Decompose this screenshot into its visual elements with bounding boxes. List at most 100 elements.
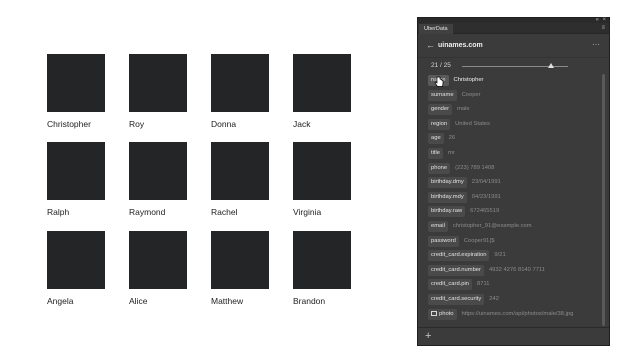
avatar-placeholder[interactable] [211,142,269,200]
person-name: Raymond [129,207,166,217]
panel-scrollbar[interactable] [602,74,605,326]
field-key-label: phone [431,164,448,171]
field-key[interactable]: credit_card.expiration [428,250,490,262]
person-name: Alice [129,296,148,306]
avatar-placeholder[interactable] [211,231,269,289]
person-name: Ralph [47,207,70,217]
person-card[interactable]: Raymond [129,142,189,217]
field-value: United States [455,120,490,127]
person-card[interactable]: Ralph [47,142,107,217]
field-key[interactable]: credit_card.pin [428,279,473,291]
person-card[interactable]: Rachel [211,142,271,217]
field-row[interactable]: credit_card.number 4932 4276 8140 7711 [428,264,545,276]
person-name: Christopher [47,119,91,129]
field-key[interactable]: gender [428,104,453,116]
panel-header: ← uinames.com ··· [418,34,609,58]
field-value: 242 [489,296,499,302]
field-row[interactable]: birthday.dmy 23/04/1991 [428,177,501,189]
person-card[interactable]: Donna [211,54,271,129]
tab-uberdata[interactable]: UberData [419,24,453,34]
field-row[interactable]: credit_card.expiration 9/21 [428,250,506,262]
avatar-placeholder[interactable] [293,54,351,112]
person-name: Brandon [293,296,326,306]
field-value: https://uinames.com/api/photos/male/38.j… [461,310,574,317]
avatar-placeholder[interactable] [47,142,105,200]
slider-thumb[interactable] [548,63,555,68]
person-name: Matthew [211,296,244,306]
field-key-label: region [431,120,448,127]
field-value: (223) 789 1408 [455,164,495,171]
field-key[interactable]: birthday.raw [428,206,466,218]
person-card[interactable]: Alice [129,231,189,306]
record-slider[interactable] [462,63,568,68]
field-row[interactable]: credit_card.security 242 [428,294,499,305]
field-row[interactable]: photo https://uinames.com/api/photos/male… [428,308,574,320]
person-name: Rachel [211,207,238,217]
person-card[interactable]: Jack [293,54,353,129]
field-key[interactable]: surname [428,89,457,101]
person-card[interactable]: Angela [47,231,107,306]
field-key[interactable]: email [428,221,448,232]
person-card[interactable]: Matthew [211,231,271,306]
person-card[interactable]: Roy [129,54,189,129]
field-key-label: password [431,237,456,244]
field-key[interactable]: credit_card.security [428,294,485,305]
panel-menu-icon[interactable]: ≡ [601,25,605,31]
field-value: 9/21 [494,252,506,259]
field-key-label: credit_card.expiration [431,252,487,259]
person-card[interactable]: Virginia [293,142,353,217]
field-key-label: birthday.raw [431,208,463,215]
field-value: male [457,106,470,113]
field-row[interactable]: birthday.raw 672465519 [428,206,500,218]
add-icon[interactable]: + [425,330,431,342]
avatar-placeholder[interactable] [129,142,187,200]
field-row[interactable]: age 26 [428,133,455,145]
canvas: Christopher Roy Donna Jack Ralph Raymond… [0,0,410,360]
person-name: Roy [129,119,145,129]
field-row[interactable]: credit_card.pin 8711 [428,279,490,291]
field-value: christopher_91@example.com [452,223,532,229]
field-key[interactable]: photo [428,308,457,320]
field-value: Cooper [461,91,481,98]
field-row[interactable]: password Cooper91{$ [428,235,495,247]
avatar-placeholder[interactable] [129,54,187,112]
field-row[interactable]: title mr [428,148,455,159]
field-key-label: birthday.mdy [431,193,464,200]
field-key[interactable]: birthday.mdy [428,191,467,203]
field-key-label: credit_card.security [431,296,482,302]
avatar-placeholder[interactable] [293,231,351,289]
person-card[interactable]: Brandon [293,231,353,306]
person-name: Virginia [293,207,322,217]
more-options-icon[interactable]: ··· [592,40,600,50]
field-key[interactable]: password [428,235,459,247]
field-key-label: title [431,150,441,156]
field-key[interactable]: phone [428,162,451,174]
field-key[interactable]: credit_card.number [428,264,484,276]
uberdata-panel: « × UberData ≡ ← uinames.com ··· 21 / 25… [417,17,610,346]
field-row[interactable]: gender male [428,104,470,116]
field-row[interactable]: birthday.mdy 04/23/1991 [428,191,501,203]
avatar-placeholder[interactable] [47,231,105,289]
avatar-placeholder[interactable] [293,142,351,200]
field-value: Cooper91{$ [463,237,495,244]
field-row[interactable]: phone (223) 789 1408 [428,162,495,174]
field-key[interactable]: birthday.dmy [428,177,467,189]
person-card[interactable]: Christopher [47,54,107,129]
field-row[interactable]: surname Cooper [428,89,481,101]
person-name: Donna [211,119,237,129]
avatar-placeholder[interactable] [211,54,269,112]
field-value: 672465519 [470,208,500,215]
field-key-label: photo [439,310,454,317]
field-value: 04/23/1991 [471,193,501,200]
field-row[interactable]: email christopher_91@example.com [428,221,532,232]
field-key[interactable]: region [428,118,451,130]
field-row[interactable]: region United States [428,118,490,130]
back-arrow-icon[interactable]: ← [426,40,435,50]
data-source-title: uinames.com [438,42,483,49]
avatar-placeholder[interactable] [129,231,187,289]
field-key[interactable]: title [428,148,444,159]
field-key[interactable]: age [428,133,444,145]
field-value: 4932 4276 8140 7711 [488,266,545,273]
avatar-placeholder[interactable] [47,54,105,112]
field-key-label: surname [431,91,454,98]
